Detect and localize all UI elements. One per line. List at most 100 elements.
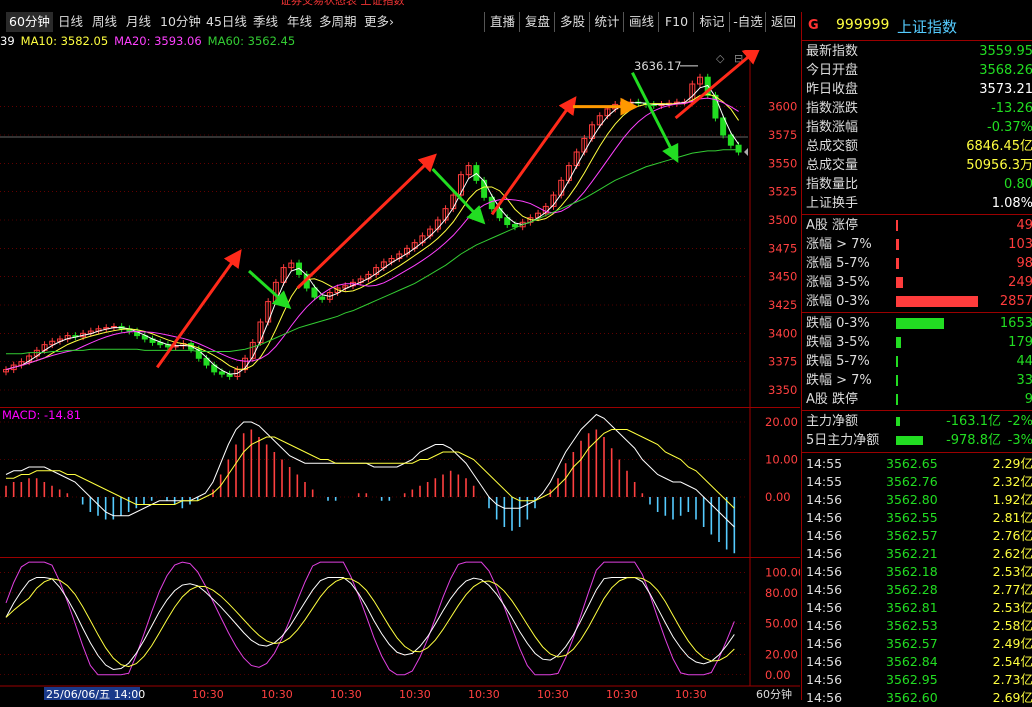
flow-row[interactable]: 5日主力净额 -978.8亿 -3% bbox=[804, 431, 1032, 450]
quote-label: 指数量比 bbox=[806, 177, 859, 192]
quote-label: 指数涨跌 bbox=[806, 101, 859, 116]
price-tick-label: 3600 bbox=[768, 100, 797, 114]
tick-price: 3562.95 bbox=[886, 672, 938, 687]
quote-value: -0.37% bbox=[987, 120, 1032, 135]
toolbar-button-3[interactable]: 统计 bbox=[589, 12, 624, 32]
price-tick-label: 3550 bbox=[768, 156, 797, 170]
macd-chart[interactable]: MACD: -14.81 20.00 10.00 0.00 bbox=[0, 407, 800, 557]
ma-legend: 39 MA10: 3582.05 MA20: 3593.06 MA60: 3562.4… bbox=[0, 34, 301, 50]
panel-header: 999999 上证指数 G bbox=[802, 12, 1032, 41]
breadth-value: 1653 bbox=[999, 316, 1032, 331]
candle-body bbox=[735, 144, 742, 153]
breadth-value: 33 bbox=[1016, 373, 1032, 388]
tick-price: 3562.28 bbox=[886, 582, 938, 597]
period-tab-3[interactable]: 月线 bbox=[123, 12, 154, 32]
tick-time: 14:55 bbox=[806, 456, 843, 471]
tick-row: 14:56 3562.84 2.54亿 bbox=[804, 653, 1032, 671]
breadth-down-row: 跌幅 3-5% 179 bbox=[804, 333, 1032, 352]
time-tick-label: 10:30 bbox=[675, 688, 707, 700]
breadth-bar bbox=[896, 258, 900, 269]
period-tab-2[interactable]: 周线 bbox=[89, 12, 120, 32]
flow-row[interactable]: 主力净额 -163.1亿 -2% bbox=[804, 412, 1032, 431]
breadth-value: 249 bbox=[1008, 275, 1032, 290]
tick-row: 14:55 3562.76 2.32亿 bbox=[804, 473, 1032, 491]
tick-row: 14:56 3562.55 2.81亿 bbox=[804, 509, 1032, 527]
tick-amount: 2.53亿 bbox=[992, 600, 1032, 615]
period-tab-5[interactable]: 45日线 bbox=[203, 12, 250, 32]
tick-price: 3562.80 bbox=[886, 492, 938, 507]
kdj-tick-label: 80.00 bbox=[765, 586, 798, 600]
toolbar-button-2[interactable]: 多股 bbox=[554, 12, 590, 32]
kdj-k-line bbox=[5, 576, 735, 670]
price-tick-label: 3400 bbox=[768, 326, 797, 340]
flow-value: -163.1亿 bbox=[946, 414, 1001, 429]
quote-label: 指数涨幅 bbox=[806, 120, 859, 135]
tick-time: 14:56 bbox=[806, 690, 843, 705]
ma-legend-item: 39 bbox=[0, 34, 15, 48]
chart-collapse-icon[interactable]: ◇ bbox=[716, 52, 725, 65]
macd-tick-label: 20.00 bbox=[765, 415, 798, 429]
breadth-bar bbox=[896, 239, 900, 250]
price-chart[interactable]: 3600 3575 3550 3525 3500 3475 3450 3425 3400 3375… bbox=[0, 50, 800, 407]
tick-time: 14:56 bbox=[806, 636, 843, 651]
tick-amount: 2.76亿 bbox=[992, 528, 1032, 543]
breadth-label: A股 涨停 bbox=[806, 218, 859, 233]
toolbar-button-8[interactable]: 返回 bbox=[765, 12, 801, 32]
trend-arrow[interactable] bbox=[631, 71, 679, 164]
ma-legend-item: MA20: 3593.06 bbox=[114, 34, 202, 48]
tick-time: 14:56 bbox=[806, 600, 843, 615]
quote-value: 0.80 bbox=[1004, 177, 1032, 192]
tick-amount: 2.69亿 bbox=[992, 690, 1032, 705]
tick-row: 14:56 3562.53 2.58亿 bbox=[804, 617, 1032, 635]
flow-value: -978.8亿 bbox=[946, 433, 1001, 448]
toolbar-button-5[interactable]: F10 bbox=[658, 12, 694, 32]
toolbar-button-1[interactable]: 复盘 bbox=[519, 12, 555, 32]
toolbar-button-7[interactable]: -自选 bbox=[729, 12, 766, 32]
trend-arrow[interactable] bbox=[296, 153, 437, 290]
kdj-tick-label: 100.00 bbox=[765, 565, 800, 579]
period-tab-8[interactable]: 多周期 bbox=[316, 12, 360, 32]
flow-label: 主力净额 bbox=[806, 414, 859, 429]
tick-row: 14:56 3562.57 2.49亿 bbox=[804, 635, 1032, 653]
tick-time: 14:56 bbox=[806, 492, 843, 507]
period-tab-4[interactable]: 10分钟 bbox=[157, 12, 204, 32]
candle-body bbox=[319, 296, 326, 300]
breadth-value: 103 bbox=[1008, 237, 1032, 252]
toolbar-button-6[interactable]: 标记 bbox=[693, 12, 730, 32]
kdj-chart[interactable]: 100.00 80.00 50.00 20.00 0.00 25/06/06/五 14:0… bbox=[0, 557, 800, 700]
quote-row: 今日开盘 3568.26 bbox=[804, 61, 1032, 80]
breadth-down-row: A股 跌停 9 bbox=[804, 390, 1032, 409]
period-tab-6[interactable]: 季线 bbox=[250, 12, 281, 32]
tick-time: 14:56 bbox=[806, 528, 843, 543]
period-tab-7[interactable]: 年线 bbox=[284, 12, 315, 32]
tick-amount: 2.32亿 bbox=[992, 474, 1032, 489]
tick-time: 14:56 bbox=[806, 672, 843, 687]
breadth-up-row: 涨幅 > 7% 103 bbox=[804, 235, 1032, 254]
time-tick-label: 10:30 bbox=[261, 688, 293, 700]
tick-amount: 1.92亿 bbox=[992, 492, 1032, 507]
tick-amount: 2.62亿 bbox=[992, 546, 1032, 561]
toolbar-button-4[interactable]: 画线 bbox=[623, 12, 659, 32]
window-caption: 证券交易状态表 上证指数 bbox=[270, 0, 420, 7]
ma60-line bbox=[6, 149, 739, 355]
breadth-label: 涨幅 > 7% bbox=[806, 237, 872, 252]
section-divider bbox=[802, 452, 1032, 453]
breadth-value: 98 bbox=[1016, 256, 1032, 271]
breadth-bar bbox=[896, 296, 978, 307]
macd-tick-label: 0.00 bbox=[765, 490, 791, 504]
toolbar-button-0[interactable]: 直播 bbox=[484, 12, 520, 32]
tick-row: 14:56 3562.81 2.53亿 bbox=[804, 599, 1032, 617]
tick-price: 3562.57 bbox=[886, 636, 938, 651]
tick-time: 14:56 bbox=[806, 546, 843, 561]
period-tab-1[interactable]: 日线 bbox=[55, 12, 86, 32]
quote-value: 50956.3万 bbox=[966, 158, 1032, 173]
quote-panel: 999999 上证指数 G 最新指数 3559.95 今日开盘 3568.26 昨日收盘… bbox=[801, 12, 1032, 705]
tick-time: 14:56 bbox=[806, 564, 843, 579]
price-tick-label: 3575 bbox=[768, 128, 797, 142]
macd-dif-line bbox=[5, 413, 735, 528]
tick-row: 14:56 3562.18 2.53亿 bbox=[804, 563, 1032, 581]
period-tab-0[interactable]: 60分钟 bbox=[6, 12, 53, 32]
time-tick-label: 10:30 bbox=[330, 688, 362, 700]
breadth-down-row: 跌幅 5-7% 44 bbox=[804, 352, 1032, 371]
period-tab-9[interactable]: 更多› bbox=[361, 12, 397, 32]
